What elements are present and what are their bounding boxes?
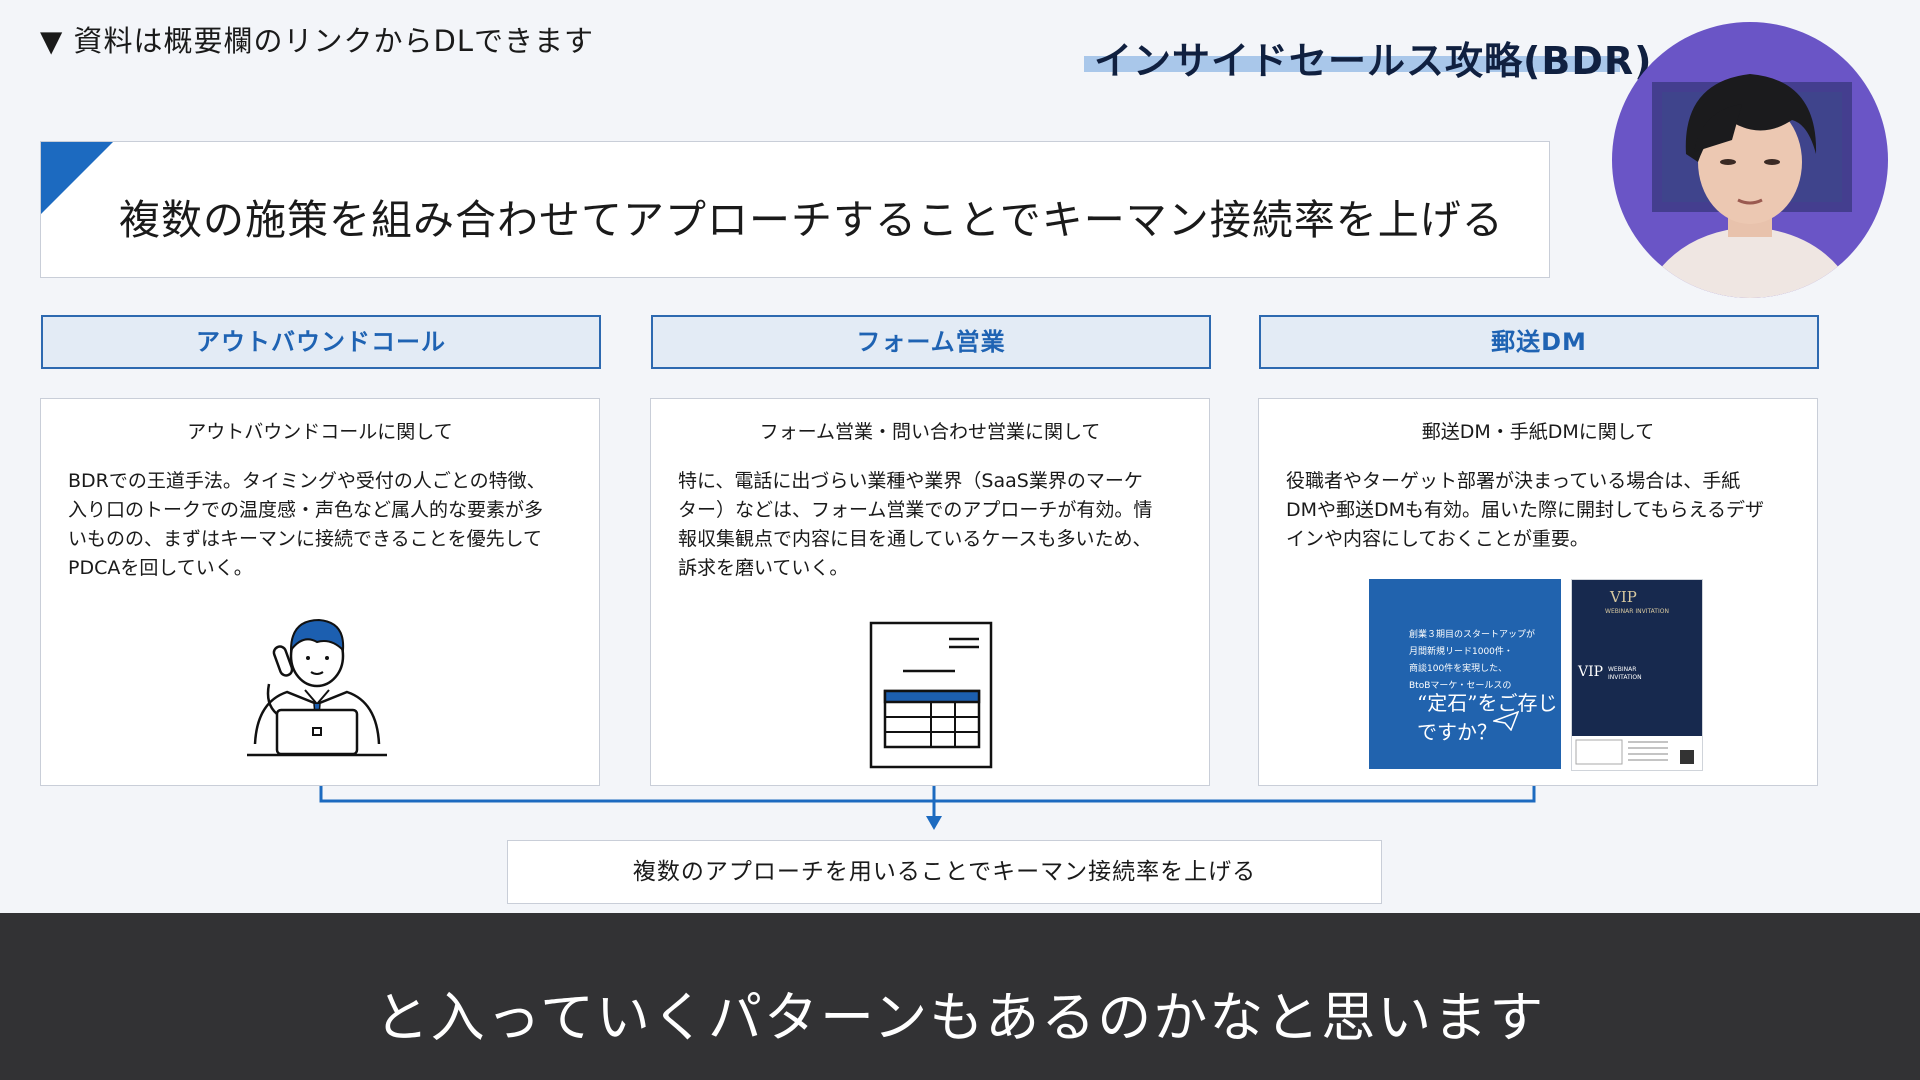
merge-connector-arrow-icon <box>319 786 1536 830</box>
subtitle-caption: と入っていくパターンもあるのかなと思います <box>374 986 1546 1049</box>
result-box: 複数のアプローチを用いることでキーマン接続率を上げる <box>507 840 1382 904</box>
subtitle-band: と入っていくパターンもあるのかなと思います <box>0 913 1920 1080</box>
